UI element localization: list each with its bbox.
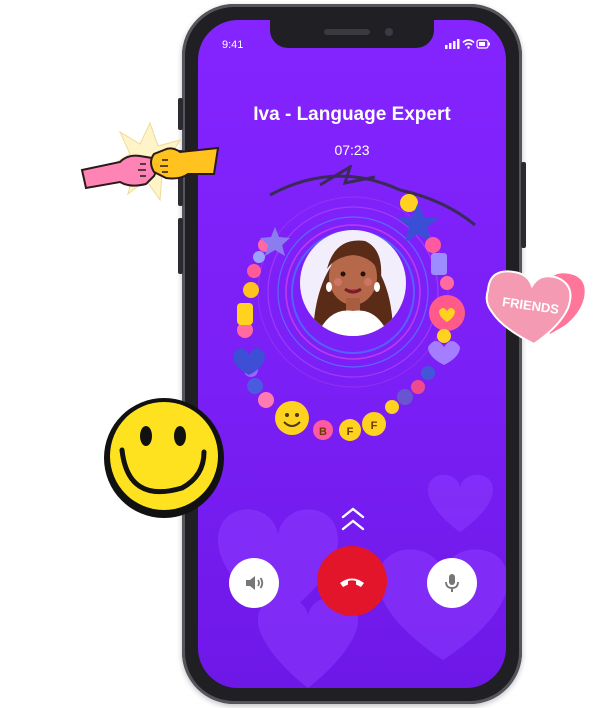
bead-letter: F	[371, 420, 378, 432]
bead-letter: F	[347, 426, 354, 438]
microphone-icon	[445, 574, 459, 592]
earpiece	[324, 29, 370, 35]
status-time: 9:41	[222, 39, 244, 51]
front-camera	[385, 28, 393, 36]
mute-microphone-button[interactable]	[427, 558, 477, 608]
caller-name: Iva - Language Expert	[253, 104, 451, 125]
avatar-decoration: B F F	[233, 165, 476, 441]
bead-letter: B	[319, 426, 327, 438]
speaker-button[interactable]	[229, 558, 279, 608]
status-icons	[445, 36, 491, 55]
signal-icon	[445, 39, 460, 49]
wifi-icon	[462, 39, 475, 49]
double-chevron-up-icon[interactable]	[339, 505, 367, 533]
speaker-icon	[246, 576, 264, 590]
smiley-face-sticker	[104, 398, 224, 518]
bracelet-string	[269, 174, 401, 197]
battery-icon	[476, 39, 490, 49]
phone-side-button	[521, 162, 526, 248]
friends-hearts-sticker: FRIENDS	[485, 270, 585, 346]
fist-bump-sticker	[80, 121, 220, 202]
phone-hangup-icon	[340, 578, 364, 587]
phone-side-button	[178, 218, 183, 274]
caller-avatar	[300, 230, 406, 336]
call-timer: 07:23	[334, 142, 370, 158]
end-call-button[interactable]	[317, 546, 387, 616]
phone-notch	[270, 20, 434, 48]
